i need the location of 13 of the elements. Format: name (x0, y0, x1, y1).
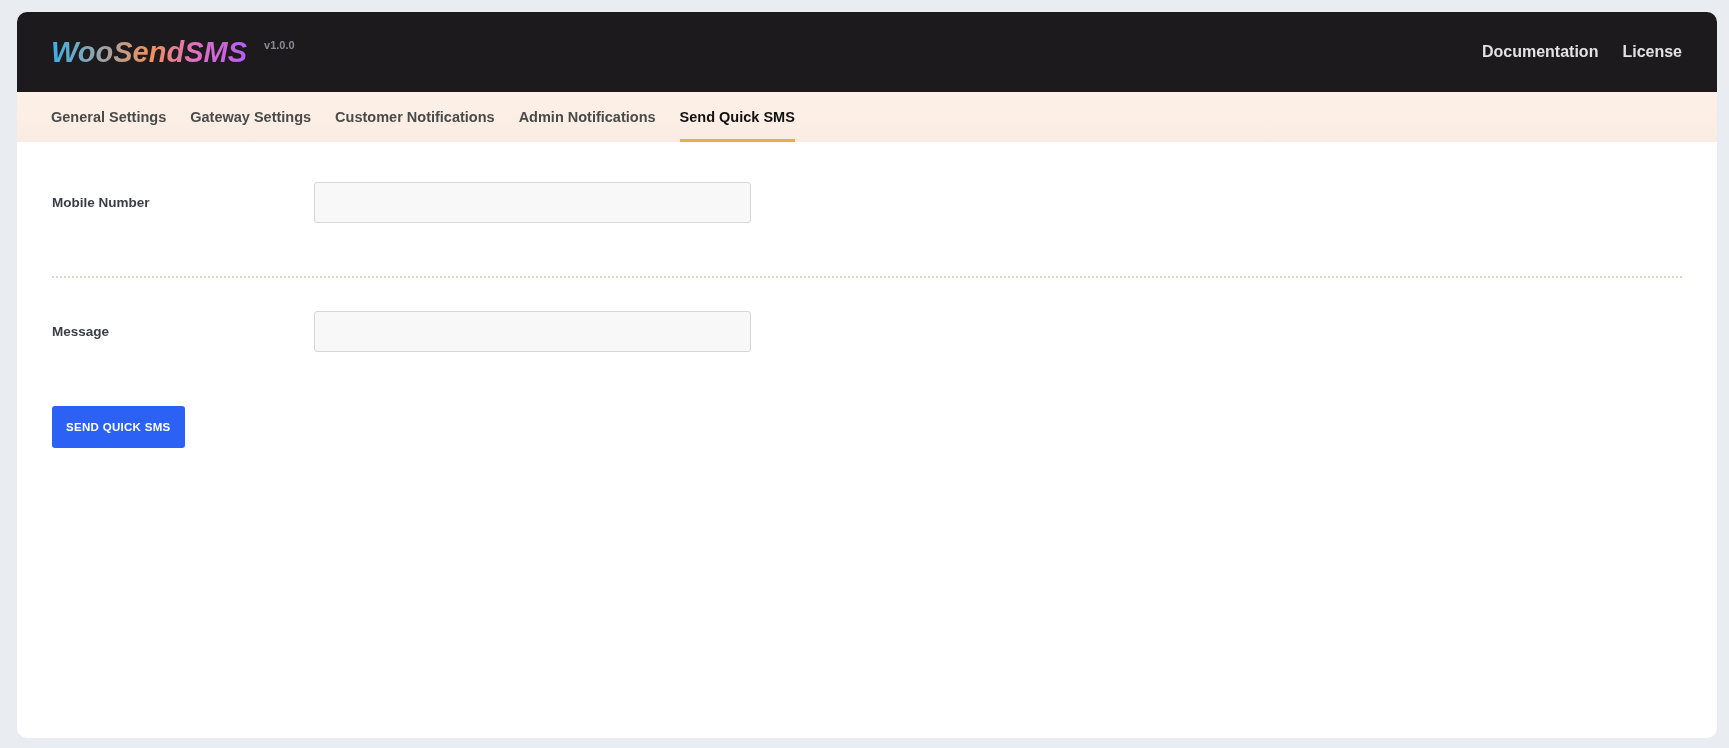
version-label: v1.0.0 (264, 38, 295, 51)
field-label: Mobile Number (52, 195, 151, 210)
tab[interactable]: Admin Notifications (518, 92, 656, 142)
header-link[interactable]: License (1622, 43, 1682, 61)
header-link[interactable]: Documentation (1481, 43, 1599, 61)
input-field[interactable] (314, 182, 751, 223)
tab[interactable]: Gateway Settings (190, 92, 312, 142)
field-label: Message (52, 324, 111, 339)
tab[interactable]: Send Quick SMS (679, 92, 795, 142)
tab[interactable]: Customer Notifications (335, 92, 495, 142)
input-field[interactable] (314, 311, 751, 352)
send-button[interactable]: SEND QUICK SMS (52, 406, 185, 448)
tab[interactable]: General Settings (51, 92, 167, 142)
